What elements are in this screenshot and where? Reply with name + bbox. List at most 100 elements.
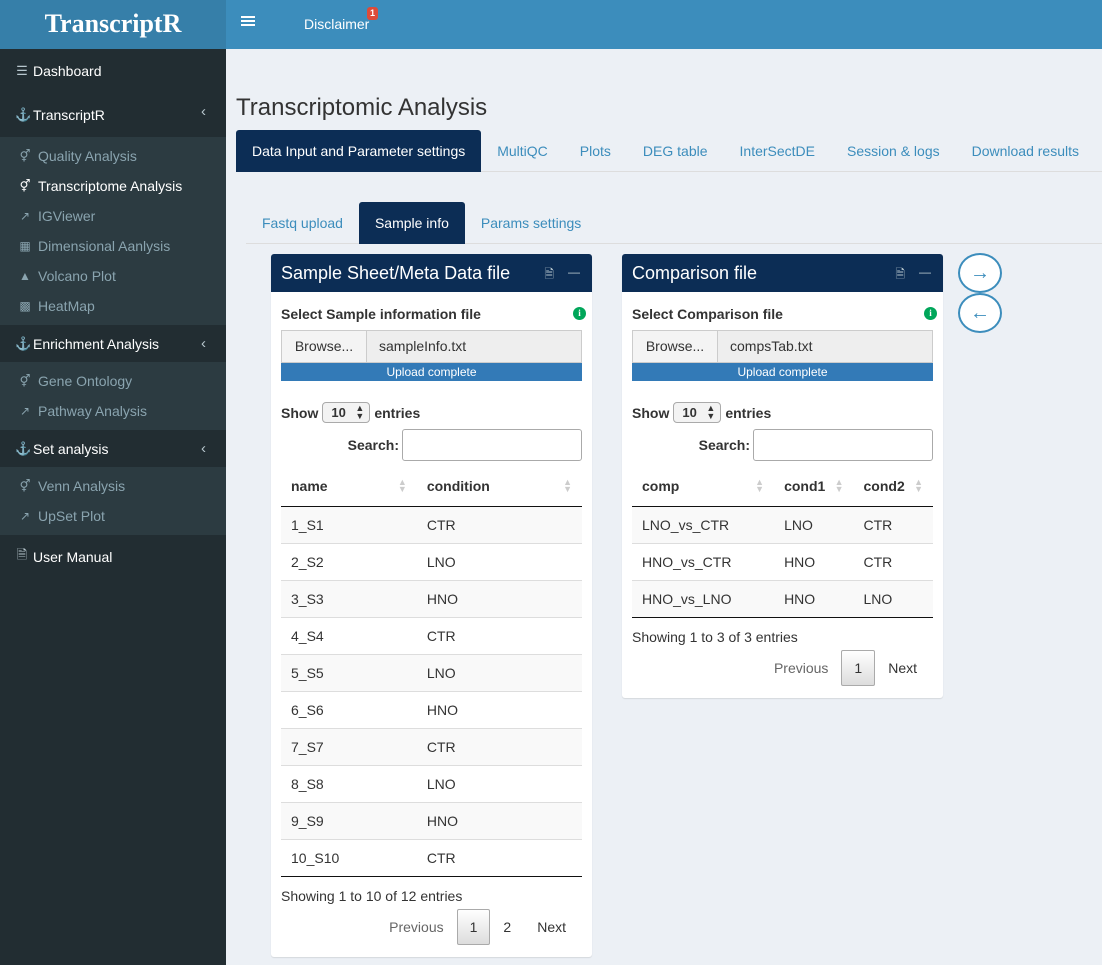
comparison-table: comp ▲ ▼ cond1 ▲ ▼ cond2 ▲ ▼ LNO_vs_CTR LNO CTR … (632, 467, 933, 618)
minus-icon[interactable]: — (919, 265, 931, 286)
sidebar-item-dimensional-analysis[interactable]: ▦ Dimensional Aanlysis (0, 231, 226, 261)
sidebar-item-venn-analysis[interactable]: ⚥ Venn Analysis (0, 471, 226, 501)
table-row[interactable]: 5_S5 LNO (281, 654, 582, 692)
table-cell: 4_S4 (281, 617, 417, 655)
tab-intersectde[interactable]: InterSectDE (724, 130, 831, 172)
disclaimer-link[interactable]: Disclaimer (304, 16, 369, 32)
sidebar-submenu-transcriptr: ⚥ Quality Analysis ⚥ Transcriptome Analysi… (0, 137, 226, 325)
tab-sample-info[interactable]: Sample info (358, 202, 465, 244)
tab-download-results[interactable]: Download results (956, 130, 1095, 172)
table-row[interactable]: 4_S4 CTR (281, 617, 582, 655)
venus-mars-icon: ⚥ (19, 374, 31, 388)
sidebar-item-gene-ontology[interactable]: ⚥ Gene Ontology (0, 366, 226, 396)
page-1-button[interactable]: 1 (841, 650, 876, 686)
table-row[interactable]: 8_S8 LNO (281, 765, 582, 803)
tab-params-settings[interactable]: Params settings (465, 202, 597, 244)
file-name-field[interactable]: compsTab.txt (718, 331, 932, 362)
sort-icon: ▲ ▼ (397, 477, 407, 494)
table-row[interactable]: 9_S9 HNO (281, 802, 582, 840)
sidebar-item-enrichment[interactable]: ⚓ Enrichment Analysis ‹ (0, 325, 226, 362)
column-header-cond1[interactable]: cond1 ▲ ▼ (774, 467, 854, 507)
table-cell: 6_S6 (281, 691, 417, 729)
sidebar-item-pathway-analysis[interactable]: ↗ Pathway Analysis (0, 396, 226, 426)
sidebar-item-upset-plot[interactable]: ↗ UpSet Plot (0, 501, 226, 531)
entries-label: entries (374, 404, 421, 421)
info-icon[interactable]: i (924, 307, 937, 320)
file-pdf-icon[interactable]: 🗎 (544, 265, 554, 286)
sidebar-item-dashboard[interactable]: ☰ Dashboard (0, 49, 226, 93)
file-input[interactable]: Browse... compsTab.txt (632, 330, 933, 363)
table-cell: LNO (416, 765, 582, 803)
entries-length: Show 10 ▲ ▼ entries (632, 402, 771, 423)
minus-icon[interactable]: — (568, 265, 580, 286)
sidebar-item-label: User Manual (33, 549, 113, 565)
next-button[interactable]: Next (524, 910, 579, 944)
table-row[interactable]: 2_S2 LNO (281, 543, 582, 581)
previous-step-button[interactable]: ← (958, 293, 1002, 333)
browse-button[interactable]: Browse... (282, 331, 367, 362)
entries-length: Show 10 ▲ ▼ entries (281, 402, 420, 423)
entries-select-value: 10 (682, 405, 697, 420)
page-2-button[interactable]: 2 (490, 910, 524, 944)
table-cell: LNO (416, 543, 582, 581)
column-header-cond2[interactable]: cond2 ▲ ▼ (853, 467, 933, 507)
sidebar-item-set-analysis[interactable]: ⚓ Set analysis ‹ (0, 430, 226, 467)
entries-select[interactable]: 10 ▲ ▼ (673, 402, 722, 423)
venus-mars-icon: ⚥ (19, 179, 31, 193)
updown-icon: ▲ ▼ (355, 403, 365, 421)
table-row[interactable]: 7_S7 CTR (281, 728, 582, 766)
sidebar-toggle-icon[interactable] (241, 14, 255, 28)
tab-multiqc[interactable]: MultiQC (481, 130, 564, 172)
page-title: Transcriptomic Analysis (236, 94, 488, 121)
table-row[interactable]: 6_S6 HNO (281, 691, 582, 729)
app-logo[interactable]: TranscriptR (0, 0, 226, 49)
page-1-button[interactable]: 1 (456, 909, 491, 945)
column-header-name[interactable]: name ▲ ▼ (281, 467, 417, 507)
table-cell: HNO (416, 802, 582, 840)
tab-data-input[interactable]: Data Input and Parameter settings (236, 130, 482, 172)
tab-plots[interactable]: Plots (564, 130, 627, 172)
info-icon[interactable]: i (573, 307, 586, 320)
sidebar-item-user-manual[interactable]: 🗎 User Manual (0, 535, 226, 579)
search-label: Search: (347, 437, 399, 453)
column-header-comp[interactable]: comp ▲ ▼ (632, 467, 775, 507)
calculator-icon: ▦ (19, 239, 31, 253)
table-row[interactable]: 10_S10 CTR (281, 839, 582, 877)
table-cell: LNO_vs_CTR (632, 506, 775, 544)
tab-session-logs[interactable]: Session & logs (831, 130, 956, 172)
column-header-condition[interactable]: condition ▲ ▼ (416, 467, 582, 507)
previous-button[interactable]: Previous (761, 651, 841, 685)
column-label: comp (642, 478, 680, 495)
sidebar-item-quality-analysis[interactable]: ⚥ Quality Analysis (0, 141, 226, 171)
browse-button[interactable]: Browse... (633, 331, 718, 362)
next-button[interactable]: Next (875, 651, 930, 685)
tab-deg-table[interactable]: DEG table (627, 130, 724, 172)
search-input[interactable] (753, 429, 933, 461)
sidebar-item-igviewer[interactable]: ↗ IGViewer (0, 201, 226, 231)
sidebar-item-transcriptr[interactable]: ⚓ TranscriptR ‹ (0, 93, 226, 137)
entries-select[interactable]: 10 ▲ ▼ (322, 402, 371, 423)
anchor-icon: ⚓ (15, 107, 32, 122)
sidebar-item-volcano-plot[interactable]: ▲ Volcano Plot (0, 261, 226, 291)
file-pdf-icon: 🗎 (16, 547, 28, 562)
file-input[interactable]: Browse... sampleInfo.txt (281, 330, 582, 363)
sidebar-item-label: Volcano Plot (38, 268, 116, 284)
table-row[interactable]: HNO_vs_LNO HNO LNO (632, 580, 933, 618)
file-name-field[interactable]: sampleInfo.txt (367, 331, 581, 362)
file-pdf-icon[interactable]: 🗎 (895, 265, 905, 286)
table-row[interactable]: LNO_vs_CTR LNO CTR (632, 506, 933, 544)
table-row[interactable]: 3_S3 HNO (281, 580, 582, 618)
show-label: Show (281, 404, 319, 421)
next-step-button[interactable]: → (958, 253, 1002, 293)
previous-button[interactable]: Previous (376, 910, 456, 944)
tab-fastq-upload[interactable]: Fastq upload (246, 202, 359, 244)
sidebar-item-label: HeatMap (38, 298, 95, 314)
sidebar-item-heatmap[interactable]: ▩ HeatMap (0, 291, 226, 321)
sidebar-item-transcriptome-analysis[interactable]: ⚥ Transcriptome Analysis (0, 171, 226, 201)
table-row[interactable]: HNO_vs_CTR HNO CTR (632, 543, 933, 581)
table-info: Showing 1 to 10 of 12 entries (281, 888, 463, 904)
table-cell: CTR (416, 728, 582, 766)
search-input[interactable] (402, 429, 582, 461)
sidebar-item-label: Pathway Analysis (38, 403, 147, 419)
table-row[interactable]: 1_S1 CTR (281, 506, 582, 544)
